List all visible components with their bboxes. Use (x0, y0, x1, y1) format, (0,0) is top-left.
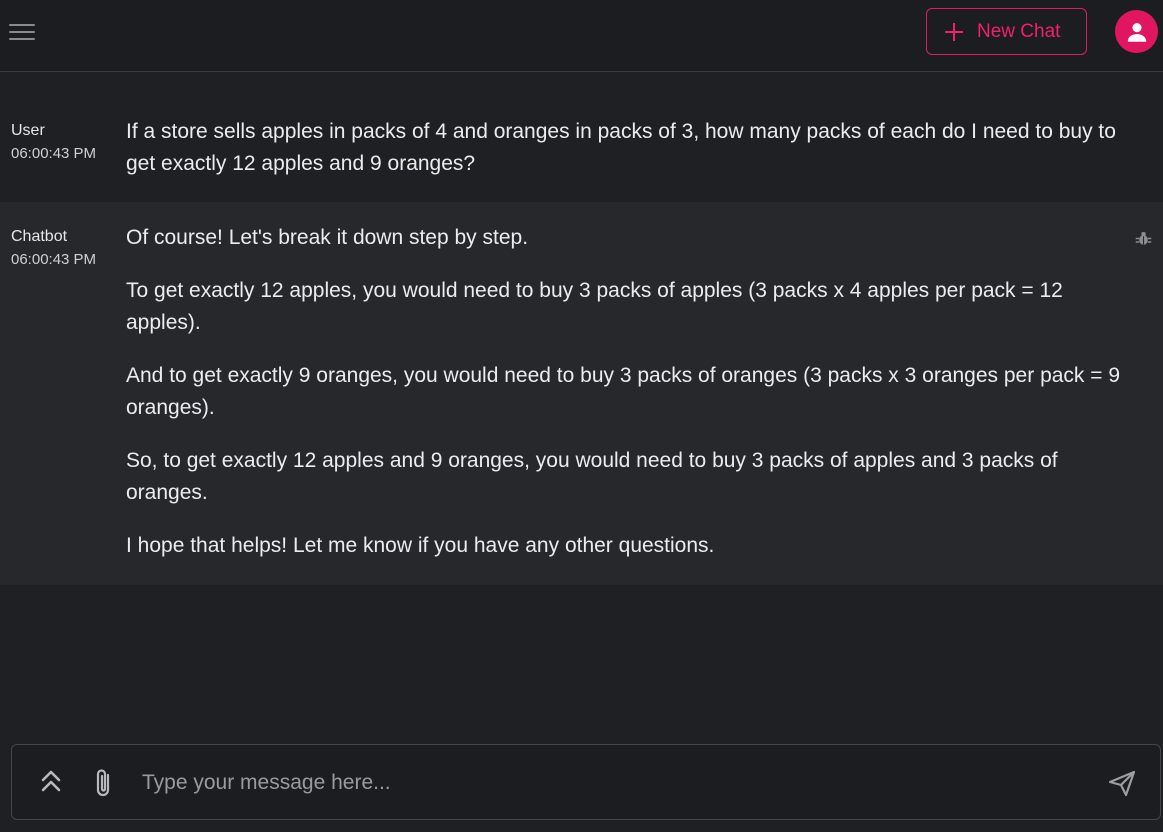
message-composer (11, 744, 1161, 820)
plus-icon (945, 22, 963, 41)
message-input[interactable] (140, 763, 1084, 803)
message-paragraph: To get exactly 12 apples, you would need… (126, 279, 1063, 334)
message-paragraph: So, to get exactly 12 apples and 9 orang… (126, 449, 1058, 504)
hamburger-menu-icon[interactable] (9, 22, 35, 42)
message-paragraph: Of course! Let's break it down step by s… (126, 226, 529, 249)
chevrons-up-icon[interactable] (40, 769, 62, 795)
message-role: User (11, 122, 45, 139)
message-paragraph: If a store sells apples in packs of 4 an… (126, 120, 1116, 175)
message-meta: User 06:00:43 PM (11, 122, 96, 162)
message-meta: Chatbot 06:00:43 PM (11, 228, 96, 268)
message-chatbot: Chatbot 06:00:43 PM Of course! Let's bre… (0, 202, 1163, 585)
message-paragraph: And to get exactly 9 oranges, you would … (126, 364, 1121, 419)
user-avatar-icon[interactable] (1115, 10, 1158, 53)
new-chat-button[interactable]: New Chat (926, 8, 1087, 55)
message-timestamp: 06:00:43 PM (11, 251, 97, 268)
message-paragraph: I hope that helps! Let me know if you ha… (126, 534, 715, 557)
paperclip-icon[interactable] (92, 767, 114, 799)
new-chat-label: New Chat (977, 20, 1061, 42)
person-icon (1127, 22, 1146, 42)
message-content: Of course! Let's break it down step by s… (126, 222, 1136, 583)
send-icon[interactable] (1108, 769, 1136, 797)
message-timestamp: 06:00:43 PM (11, 145, 97, 162)
message-user: User 06:00:43 PM If a store sells apples… (0, 98, 1163, 202)
message-role: Chatbot (11, 228, 68, 245)
bug-icon[interactable] (1135, 230, 1152, 247)
top-bar: New Chat (0, 0, 1163, 72)
message-content: If a store sells apples in packs of 4 an… (126, 116, 1136, 201)
